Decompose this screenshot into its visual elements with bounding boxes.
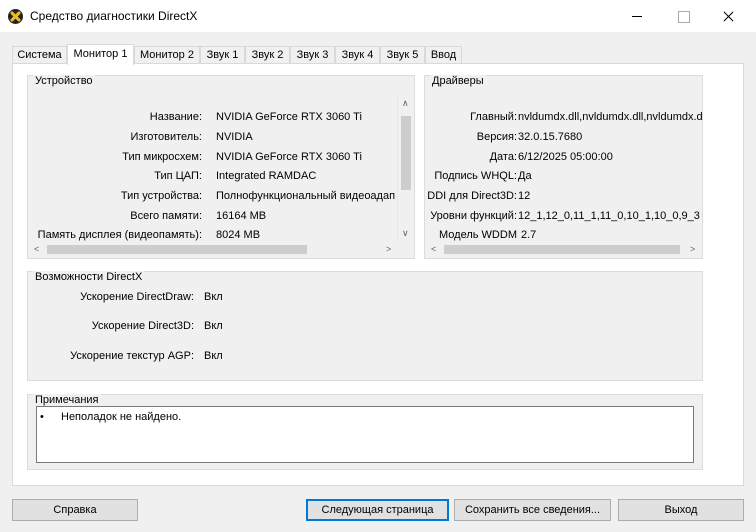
direct3d-label: Ускорение Direct3D: <box>91 320 194 332</box>
device-group-title: Устройство <box>33 75 95 87</box>
feature-levels-label: Уровни функций: <box>430 210 517 222</box>
device-name-label: Название: <box>149 111 202 123</box>
tab-panel: Устройство Название: NVIDIA GeForce RTX … <box>12 63 744 486</box>
drivers-group-title: Драйверы <box>430 75 486 87</box>
device-horizontal-scrollbar[interactable]: < > <box>31 242 397 257</box>
device-vertical-scrollbar[interactable]: ∧ ∨ <box>397 94 413 242</box>
maximize-icon[interactable] <box>660 0 706 32</box>
bullet-icon: • <box>40 411 44 423</box>
agp-texture-label: Ускорение текстур AGP: <box>70 350 194 362</box>
scroll-left-arrow-icon[interactable]: < <box>431 244 436 254</box>
notes-item: Неполадок не найдено. <box>61 411 182 423</box>
wddm-value: 2.7 <box>521 229 537 241</box>
tab-sound-2[interactable]: Звук 2 <box>245 46 290 64</box>
manufacturer-value: NVIDIA <box>216 131 253 143</box>
dac-type-label: Тип ЦАП: <box>154 170 202 182</box>
scroll-right-arrow-icon[interactable]: > <box>386 244 391 254</box>
wddm-label: Модель WDDM <box>439 229 517 241</box>
tab-monitor-2[interactable]: Монитор 2 <box>134 46 200 64</box>
directx-app-icon <box>8 9 23 24</box>
device-name-value: NVIDIA GeForce RTX 3060 Ti <box>216 111 362 123</box>
tab-sound-4[interactable]: Звук 4 <box>335 46 380 64</box>
total-memory-label: Всего памяти: <box>130 210 202 222</box>
scrollbar-thumb[interactable] <box>444 245 680 254</box>
driver-date-label: Дата: <box>489 151 517 163</box>
tab-monitor-1[interactable]: Монитор 1 <box>67 44 134 65</box>
display-memory-value: 8024 MB <box>216 229 261 241</box>
next-page-button[interactable]: Следующая страница <box>306 499 449 521</box>
dac-type-value: Integrated RAMDAC <box>216 170 317 182</box>
drivers-horizontal-scrollbar[interactable]: < > <box>428 242 701 257</box>
notes-title: Примечания <box>33 394 101 406</box>
main-driver-value: nvldumdx.dll,nvldumdx.dll,nvldumdx.d <box>518 111 702 123</box>
tab-system[interactable]: Система <box>12 46 67 64</box>
title-bar: Средство диагностики DirectX <box>0 0 756 32</box>
scroll-up-arrow-icon[interactable]: ∧ <box>402 98 409 108</box>
directdraw-value: Вкл <box>204 291 223 303</box>
save-all-info-button[interactable]: Сохранить все сведения... <box>454 499 611 521</box>
directx-features-title: Возможности DirectX <box>33 271 145 283</box>
scrollbar-thumb[interactable] <box>47 245 307 254</box>
tab-input[interactable]: Ввод <box>425 46 462 64</box>
scroll-left-arrow-icon[interactable]: < <box>34 244 39 254</box>
tab-sound-5[interactable]: Звук 5 <box>380 46 425 64</box>
ddi-label: DDI для Direct3D: <box>427 190 517 202</box>
direct3d-value: Вкл <box>204 320 223 332</box>
exit-button[interactable]: Выход <box>618 499 744 521</box>
chip-type-label: Тип микросхем: <box>122 151 202 163</box>
manufacturer-label: Изготовитель: <box>130 131 203 143</box>
chip-type-value: NVIDIA GeForce RTX 3060 Ti <box>216 151 362 163</box>
ddi-value: 12 <box>518 190 531 202</box>
driver-version-label: Версия: <box>476 131 517 143</box>
whql-label: Подпись WHQL: <box>434 170 517 182</box>
window-title: Средство диагностики DirectX <box>30 9 198 23</box>
feature-levels-value: 12_1,12_0,11_1,11_0,10_1,10_0,9_3 <box>518 210 700 222</box>
scroll-down-arrow-icon[interactable]: ∨ <box>402 228 409 238</box>
agp-texture-value: Вкл <box>204 350 223 362</box>
tab-sound-1[interactable]: Звук 1 <box>200 46 245 64</box>
device-type-label: Тип устройства: <box>120 190 202 202</box>
notes-textbox[interactable]: • Неполадок не найдено. <box>36 406 694 463</box>
driver-version-value: 32.0.15.7680 <box>518 131 583 143</box>
device-type-value: Полнофункциональный видеоадап <box>216 190 396 202</box>
directdraw-label: Ускорение DirectDraw: <box>80 291 194 303</box>
scrollbar-thumb[interactable] <box>401 116 411 190</box>
total-memory-value: 16164 MB <box>216 210 267 222</box>
scroll-right-arrow-icon[interactable]: > <box>690 244 695 254</box>
help-button[interactable]: Справка <box>12 499 138 521</box>
whql-value: Да <box>518 170 532 182</box>
close-icon[interactable] <box>706 0 752 32</box>
main-driver-label: Главный: <box>470 111 517 123</box>
notes-group: Примечания • Неполадок не найдено. <box>27 394 703 470</box>
driver-date-value: 6/12/2025 05:00:00 <box>518 151 613 163</box>
directx-features-group: Возможности DirectX Ускорение DirectDraw… <box>27 271 703 381</box>
drivers-group: Драйверы Главный: nvldumdx.dll,nvldumdx.… <box>424 75 703 259</box>
device-group: Устройство Название: NVIDIA GeForce RTX … <box>27 75 415 259</box>
tab-sound-3[interactable]: Звук 3 <box>290 46 335 64</box>
display-memory-label: Память дисплея (видеопамять): <box>37 229 202 241</box>
minimize-icon[interactable] <box>614 0 660 32</box>
